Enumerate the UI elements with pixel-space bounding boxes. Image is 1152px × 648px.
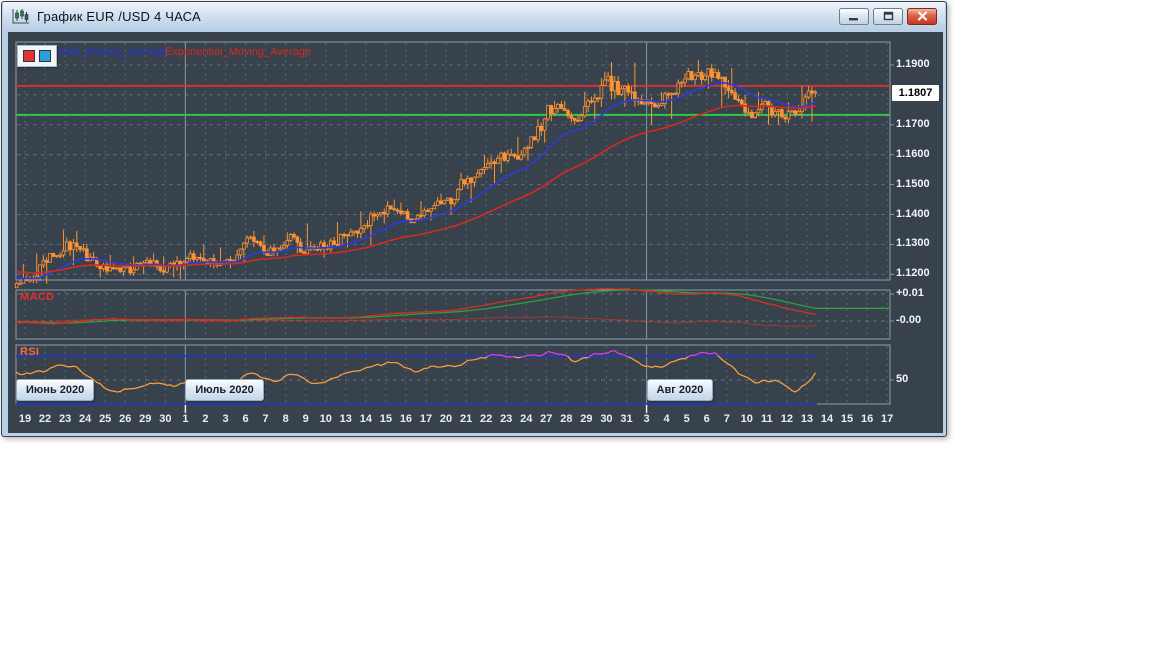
current-price-tag: 1.1807 [892,84,939,101]
legend-swatch-box[interactable] [17,45,57,67]
minimize-icon [849,17,858,20]
red-swatch-icon [23,50,35,62]
price-axis-label: 1.1400 [896,207,930,220]
rsi-pane-label: RSI [20,346,40,358]
window-title: График EUR /USD 4 ЧАСА [37,8,201,24]
rsi-axis-label: 50 [896,373,909,385]
price-axis-label: 1.1900 [896,58,930,70]
macd-axis-label: -0.00 [896,314,922,326]
close-icon [917,11,927,21]
candlestick-chart-icon [12,9,29,24]
date-axis-label: 17 [881,413,894,425]
close-button[interactable] [907,7,937,25]
window-controls [839,7,937,25]
month-label-button[interactable]: Июль 2020 [185,379,264,401]
title-bar[interactable]: График EUR /USD 4 ЧАСА [3,2,945,30]
month-label-button[interactable]: Авг 2020 [646,379,714,401]
price-axis-label: 1.1700 [896,117,930,130]
chart-client-area: 1.1900 1.1700 1.1600 1.1500 1.1400 1.1300 1.12… [8,32,943,433]
axis-labels-layer: 1.1900 1.1700 1.1600 1.1500 1.1400 1.1300 1.12… [8,32,943,433]
macd-pane-label: MACD [20,291,55,303]
legend-ema-slow: Exponential_Moving_Average [165,46,311,58]
chart-window: График EUR /USD 4 ЧАСА 1.1900 1.1700 1.160… [1,1,947,437]
price-axis-label: 1.1500 [896,177,930,190]
maximize-button[interactable] [873,7,903,25]
macd-axis-label: +0.01 [896,287,924,299]
price-axis-label: 1.1300 [896,237,930,250]
blue-swatch-icon [39,50,51,62]
month-label-button[interactable]: Июнь 2020 [16,379,95,401]
price-axis-label: 1.1600 [896,147,930,160]
minimize-button[interactable] [839,7,869,25]
maximize-icon [883,11,893,21]
price-axis-label: 1.1200 [896,267,930,280]
